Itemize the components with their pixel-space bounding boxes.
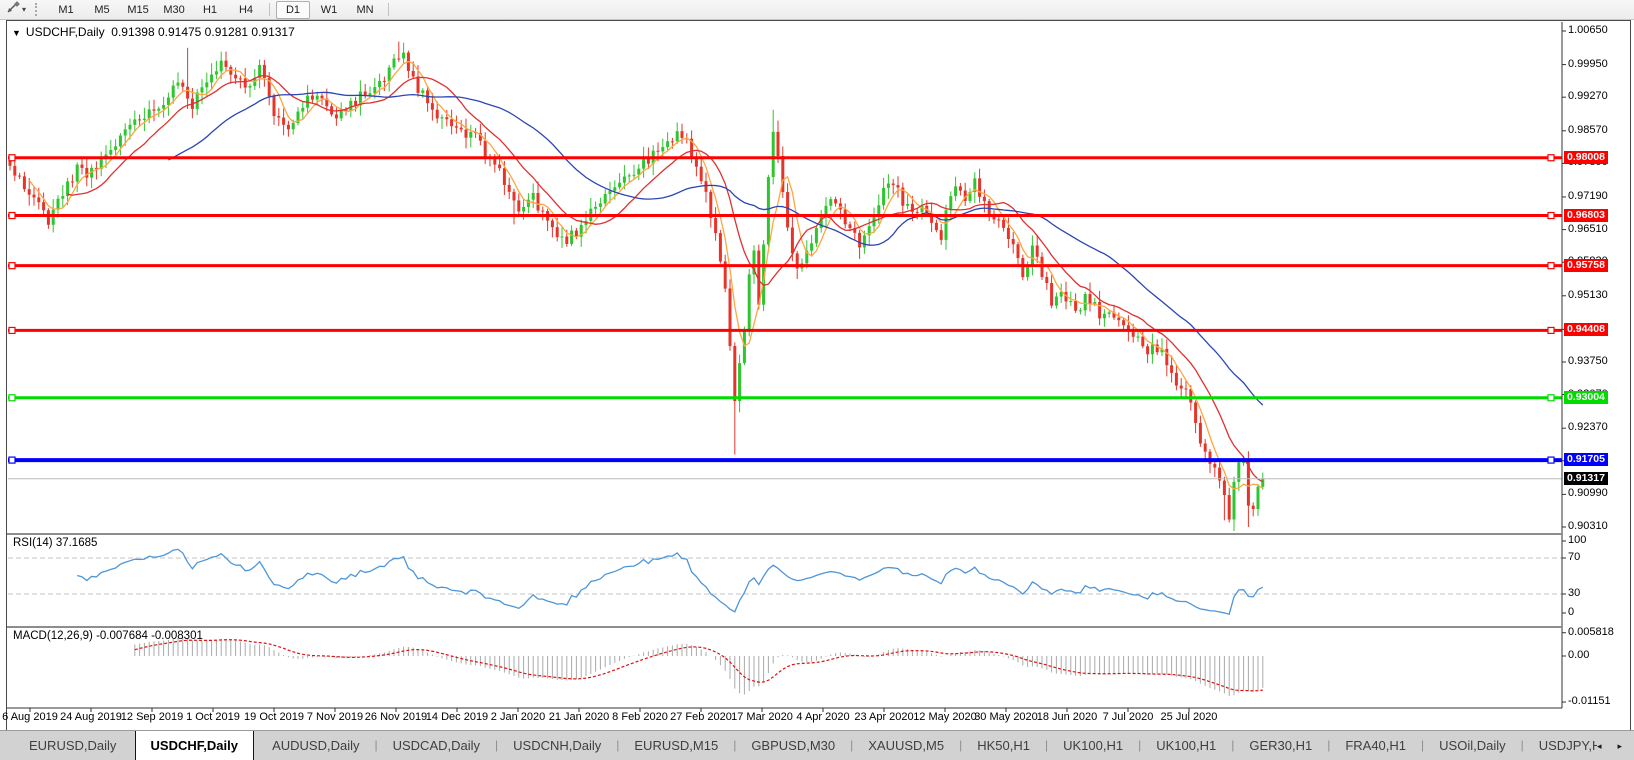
chart-tab-usdchf-daily[interactable]: USDCHF,Daily <box>134 731 254 760</box>
chart-tab-uk100-h1[interactable]: UK100,H1 <box>1048 731 1138 760</box>
timeframe-button-h4[interactable]: H4 <box>229 1 263 19</box>
timeframe-button-d1[interactable]: D1 <box>276 0 311 19</box>
price-level-tag: 0.93004 <box>1564 390 1608 404</box>
price-level-tag: 0.98008 <box>1564 150 1608 164</box>
rsi-axis-label: 70 <box>1568 551 1581 563</box>
price-axis-label: 0.99950 <box>1568 57 1608 70</box>
price-level-tag: 0.95758 <box>1564 258 1608 272</box>
chart-tab-xauusd-m5[interactable]: XAUUSD,M5 <box>853 731 959 760</box>
timeframe-button-m30[interactable]: M30 <box>157 1 191 19</box>
timeframe-button-w1[interactable]: W1 <box>312 1 346 19</box>
timeframe-button-m5[interactable]: M5 <box>85 1 119 19</box>
price-axis-label: 0.93750 <box>1568 354 1608 367</box>
panel-separator-macd[interactable] <box>7 626 1563 628</box>
price-level-tag: 0.91705 <box>1564 453 1608 467</box>
chart-window <box>6 20 1631 731</box>
date-axis-label: 25 Jul 2020 <box>1160 711 1218 723</box>
chart-tab-uk100-h1[interactable]: UK100,H1 <box>1141 731 1231 760</box>
chart-tab-usoil-daily[interactable]: USOil,Daily <box>1424 731 1520 760</box>
chart-tabs: EURUSD,Daily|USDCHF,Daily|AUDUSD,Daily|U… <box>0 731 1597 760</box>
chart-tab-usdjpy-h1[interactable]: USDJPY,H1 <box>1524 731 1597 760</box>
macd-label: MACD(12,26,9) -0.007684 -0.008301 <box>13 630 203 642</box>
timeframe-button-m1[interactable]: M1 <box>49 1 83 19</box>
rsi-axis-label: 100 <box>1568 534 1587 546</box>
toolbar-separator <box>388 3 390 16</box>
tab-scroll-arrows: ◂ ▸ <box>1597 731 1634 760</box>
timeframe-button-mn[interactable]: MN <box>348 1 382 19</box>
rsi-axis-label: 30 <box>1568 587 1581 599</box>
current-price-tag: 0.91317 <box>1564 471 1608 485</box>
price-axis-label: 0.97190 <box>1568 189 1608 202</box>
price-axis-label: 0.90990 <box>1568 487 1608 500</box>
chart-tab-eurusd-daily[interactable]: EURUSD,Daily <box>14 731 131 760</box>
timeframe-button-h1[interactable]: H1 <box>193 1 227 19</box>
mt4-workspace: ▾ M1 M5 M15 M30 H1 H4 D1 W1 MN ▼ USDCHF,Daily 0.9… <box>0 0 1634 760</box>
chart-tab-ger30-h1[interactable]: GER30,H1 <box>1234 731 1327 760</box>
chart-tabbar: EURUSD,Daily|USDCHF,Daily|AUDUSD,Daily|U… <box>0 730 1634 760</box>
chart-tab-eurusd-m15[interactable]: EURUSD,M15 <box>619 731 733 760</box>
chart-title: ▼ USDCHF,Daily 0.91398 0.91475 0.91281 0.… <box>12 25 295 39</box>
chart-tab-fra40-h1[interactable]: FRA40,H1 <box>1330 731 1421 760</box>
top-toolbar: ▾ M1 M5 M15 M30 H1 H4 D1 W1 MN <box>0 0 1634 20</box>
chart-tab-usdcnh-daily[interactable]: USDCNH,Daily <box>498 731 616 760</box>
rsi-axis-label: 0 <box>1568 606 1575 618</box>
price-axis-label: 0.98570 <box>1568 123 1608 136</box>
tab-scroll-left-icon[interactable]: ◂ <box>1597 741 1602 752</box>
macd-axis-label: -0.01151 <box>1568 695 1611 708</box>
price-axis-label: 1.00650 <box>1568 24 1608 36</box>
chart-tab-hk50-h1[interactable]: HK50,H1 <box>962 731 1045 760</box>
toolbar-separator <box>269 3 271 16</box>
price-axis-label: 0.90310 <box>1568 520 1608 532</box>
macd-axis-label: 0.005818 <box>1568 625 1614 638</box>
price-level-tag: 0.94408 <box>1564 323 1608 337</box>
toolbar-grip <box>35 3 41 16</box>
chart-title-text: USDCHF,Daily 0.91398 0.91475 0.91281 0.9… <box>25 25 295 39</box>
pointer-tool-icon <box>6 0 20 19</box>
chart-tab-gbpusd-m30[interactable]: GBPUSD,M30 <box>736 731 850 760</box>
price-axis-label: 0.96510 <box>1568 222 1608 235</box>
pointer-tool-button[interactable]: ▾ <box>2 0 30 20</box>
collapse-icon[interactable]: ▼ <box>12 28 21 38</box>
price-axis-label: 0.95130 <box>1568 288 1608 301</box>
macd-axis-label: 0.00 <box>1568 649 1590 661</box>
chart-tab-usdcad-daily[interactable]: USDCAD,Daily <box>378 731 495 760</box>
panel-separator-rsi[interactable] <box>7 533 1563 535</box>
price-axis-label: 0.92370 <box>1568 421 1608 434</box>
tab-scroll-right-icon[interactable]: ▸ <box>1617 741 1622 752</box>
chart-tab-audusd-daily[interactable]: AUDUSD,Daily <box>257 731 374 760</box>
timeframe-button-m15[interactable]: M15 <box>121 1 155 19</box>
price-level-tag: 0.96803 <box>1564 208 1608 222</box>
price-axis-label: 0.99270 <box>1568 90 1608 103</box>
timeframe-toolbar: M1 M5 M15 M30 H1 H4 D1 W1 MN <box>48 0 394 19</box>
chevron-down-icon: ▾ <box>22 4 27 14</box>
rsi-label: RSI(14) 37.1685 <box>13 537 98 549</box>
